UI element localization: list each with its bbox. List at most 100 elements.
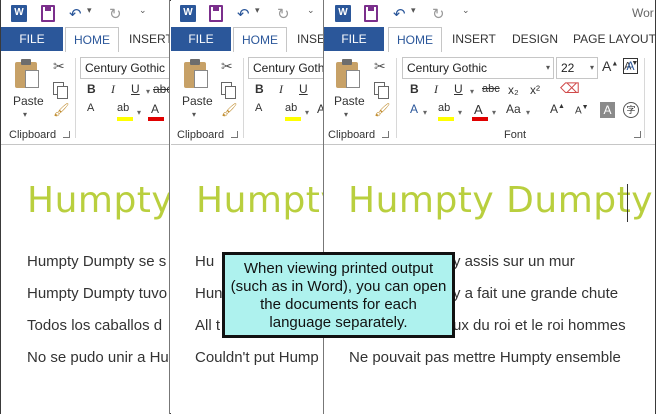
clipboard-launcher-icon[interactable] [382, 131, 389, 138]
font-name-dropdown-icon[interactable]: ▾ [546, 58, 550, 78]
tab-insert[interactable]: INSE [289, 27, 323, 51]
highlight-dropdown-icon[interactable]: ▾ [458, 108, 462, 117]
tab-file[interactable]: FILE [324, 27, 384, 51]
highlight-icon[interactable]: ab [285, 102, 297, 114]
copy-icon[interactable] [374, 82, 389, 99]
paste-dropdown-icon[interactable]: ▾ [192, 110, 196, 119]
subscript-button[interactable]: x₂ [508, 83, 519, 97]
ribbon-tabs: FILE HOME INSERT DESIGN PAGE LAYOUT [324, 27, 655, 52]
tab-home[interactable]: HOME [388, 27, 442, 52]
font-name-box[interactable]: Century Gothi [248, 57, 323, 79]
tab-file[interactable]: FILE [1, 27, 63, 51]
clear-formatting-icon[interactable]: ⌫ [560, 80, 580, 97]
redo-icon[interactable]: ↻ [109, 5, 122, 23]
clipboard-paste-icon[interactable] [182, 58, 210, 90]
clipboard-launcher-icon[interactable] [231, 131, 238, 138]
clipboard-paste-icon[interactable] [13, 58, 41, 90]
cut-icon[interactable]: ✂ [221, 58, 233, 75]
strikethrough-button[interactable]: abc [153, 82, 169, 96]
font-size-dropdown[interactable]: 22 ▾ [556, 57, 598, 79]
customize-qat-icon[interactable]: ⌄ [462, 5, 470, 22]
tab-insert[interactable]: INSERT [444, 27, 504, 51]
redo-icon[interactable]: ↻ [277, 5, 290, 23]
underline-dropdown-icon[interactable]: ▾ [146, 87, 150, 96]
character-border-icon[interactable]: A [623, 58, 638, 74]
paste-dropdown-icon[interactable]: ▾ [23, 110, 27, 119]
ribbon-tabs: FILE HOME INSERT [1, 27, 169, 52]
font-color-icon[interactable]: A [151, 102, 159, 116]
undo-dropdown-icon[interactable]: ▾ [411, 5, 416, 22]
undo-icon[interactable]: ↶ [393, 5, 406, 23]
underline-button[interactable]: U [454, 82, 463, 96]
strikethrough-button[interactable]: abc [482, 83, 500, 95]
format-painter-icon[interactable]: 🖌 [53, 102, 70, 118]
bold-button[interactable]: B [410, 82, 419, 96]
highlight-dropdown-icon[interactable]: ▾ [305, 108, 309, 117]
quick-access-toolbar: W ↶ ▾ ↻ ⌄ [171, 0, 323, 27]
highlight-icon[interactable]: ab [438, 102, 450, 114]
character-shading-icon[interactable]: A [600, 102, 615, 118]
clipboard-paste-icon[interactable] [334, 58, 362, 90]
text-effects-icon[interactable]: A [255, 102, 262, 114]
customize-qat-icon[interactable]: ⌄ [139, 5, 147, 22]
format-painter-icon[interactable]: 🖌 [374, 102, 391, 118]
bold-button[interactable]: B [255, 82, 264, 96]
document-line-2: y a fait une grande chute [453, 285, 619, 302]
word-window-french: W ↶ ▾ ↻ ⌄ Wor FILE HOME INSERT DESIGN PA… [324, 0, 656, 414]
copy-icon[interactable] [221, 82, 236, 99]
customize-qat-icon[interactable]: ⌄ [307, 5, 315, 22]
italic-button[interactable]: I [434, 82, 438, 97]
tab-design[interactable]: DESIGN [504, 27, 566, 51]
undo-icon[interactable]: ↶ [69, 5, 82, 23]
italic-button[interactable]: I [111, 82, 115, 97]
font-color-icon[interactable]: A [474, 102, 483, 117]
underline-button[interactable]: U [131, 82, 140, 96]
paste-button[interactable]: Paste [334, 94, 365, 108]
bold-button[interactable]: B [87, 82, 96, 96]
tab-page-layout[interactable]: PAGE LAYOUT [565, 27, 655, 51]
cut-icon[interactable]: ✂ [53, 58, 65, 75]
text-effects-icon[interactable]: A [410, 102, 418, 116]
undo-dropdown-icon[interactable]: ▾ [87, 5, 92, 22]
save-icon[interactable] [209, 5, 223, 22]
format-painter-icon[interactable]: 🖌 [221, 102, 238, 118]
tab-home[interactable]: HOME [233, 27, 287, 52]
paste-button[interactable]: Paste [13, 94, 44, 108]
enclose-characters-icon[interactable]: 字 [623, 102, 639, 118]
change-case-button[interactable]: Aa [506, 102, 521, 116]
highlight-icon[interactable]: ab [117, 102, 129, 114]
tab-home[interactable]: HOME [65, 27, 119, 52]
tab-file[interactable]: FILE [171, 27, 231, 51]
copy-icon[interactable] [53, 82, 68, 99]
grow-font-small-icon[interactable]: A▲ [550, 102, 565, 116]
paste-button[interactable]: Paste [182, 94, 213, 108]
underline-button[interactable]: U [299, 82, 308, 96]
undo-icon[interactable]: ↶ [237, 5, 250, 23]
tab-insert[interactable]: INSERT [121, 27, 169, 51]
quick-access-toolbar: W ↶ ▾ ↻ ⌄ Wor [324, 0, 655, 27]
redo-icon[interactable]: ↻ [432, 5, 445, 23]
font-name-box[interactable]: Century Gothic [80, 57, 169, 79]
highlight-dropdown-icon[interactable]: ▾ [137, 108, 141, 117]
superscript-button[interactable]: x² [530, 83, 540, 97]
font-size-dropdown-icon[interactable]: ▾ [590, 58, 594, 78]
shrink-font-small-icon[interactable]: A▼ [575, 104, 589, 116]
cut-icon[interactable]: ✂ [374, 58, 386, 75]
undo-dropdown-icon[interactable]: ▾ [255, 5, 260, 22]
font-launcher-icon[interactable] [634, 131, 641, 138]
group-separator [243, 58, 244, 138]
font-color-icon[interactable]: A [317, 102, 323, 116]
text-effects-dropdown-icon[interactable]: ▾ [423, 108, 427, 117]
change-case-dropdown-icon[interactable]: ▾ [526, 108, 530, 117]
document-heading: Humpty [27, 180, 170, 221]
font-color-dropdown-icon[interactable]: ▾ [492, 108, 496, 117]
save-icon[interactable] [41, 5, 55, 22]
clipboard-launcher-icon[interactable] [63, 131, 70, 138]
paste-dropdown-icon[interactable]: ▾ [344, 110, 348, 119]
font-name-dropdown[interactable]: Century Gothic ▾ [402, 57, 554, 79]
text-effects-icon[interactable]: A [87, 102, 94, 114]
save-icon[interactable] [364, 5, 378, 22]
underline-dropdown-icon[interactable]: ▾ [470, 87, 474, 96]
grow-font-button[interactable]: A▲ [602, 58, 618, 74]
italic-button[interactable]: I [279, 82, 283, 97]
